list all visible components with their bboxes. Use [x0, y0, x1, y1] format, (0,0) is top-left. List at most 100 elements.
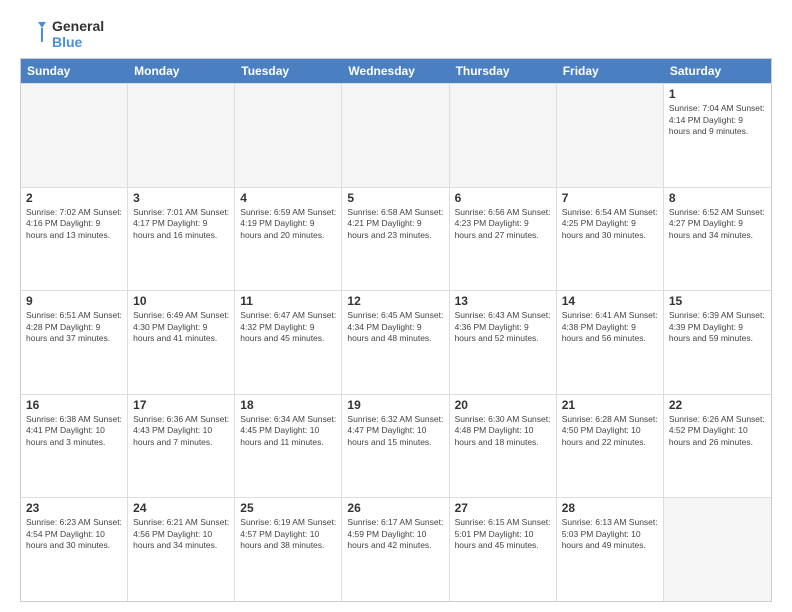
day-number: 20: [455, 398, 551, 412]
day-number: 23: [26, 501, 122, 515]
day-number: 25: [240, 501, 336, 515]
day-info: Sunrise: 7:01 AM Sunset: 4:17 PM Dayligh…: [133, 207, 229, 241]
day-info: Sunrise: 6:23 AM Sunset: 4:54 PM Dayligh…: [26, 517, 122, 551]
calendar-cell: 11 Sunrise: 6:47 AM Sunset: 4:32 PM Dayli…: [235, 291, 342, 394]
day-number: 1: [669, 87, 766, 101]
calendar-cell: 2 Sunrise: 7:02 AM Sunset: 4:16 PM Daylig…: [21, 188, 128, 291]
calendar-cell: 12Sunrise: 6:45 AM Sunset: 4:34 PM Dayli…: [342, 291, 449, 394]
day-number: 10: [133, 294, 229, 308]
day-info: Sunrise: 6:30 AM Sunset: 4:48 PM Dayligh…: [455, 414, 551, 448]
calendar: SundayMondayTuesdayWednesdayThursdayFrid…: [20, 58, 772, 602]
day-info: Sunrise: 6:26 AM Sunset: 4:52 PM Dayligh…: [669, 414, 766, 448]
calendar-cell: [342, 84, 449, 187]
calendar-body: 1 Sunrise: 7:04 AM Sunset: 4:14 PM Daylig…: [21, 83, 771, 601]
calendar-row: 23 Sunrise: 6:23 AM Sunset: 4:54 PM Dayli…: [21, 497, 771, 601]
day-info: Sunrise: 6:13 AM Sunset: 5:03 PM Dayligh…: [562, 517, 658, 551]
day-number: 17: [133, 398, 229, 412]
calendar-cell: 8 Sunrise: 6:52 AM Sunset: 4:27 PM Daylig…: [664, 188, 771, 291]
calendar-cell: [664, 498, 771, 601]
calendar-cell: 21 Sunrise: 6:28 AM Sunset: 4:50 PM Dayli…: [557, 395, 664, 498]
day-number: 7: [562, 191, 658, 205]
logo-line1: General: [52, 18, 104, 34]
day-info: Sunrise: 6:36 AM Sunset: 4:43 PM Dayligh…: [133, 414, 229, 448]
day-number: 15: [669, 294, 766, 308]
day-number: 2: [26, 191, 122, 205]
calendar-row: 2 Sunrise: 7:02 AM Sunset: 4:16 PM Daylig…: [21, 187, 771, 291]
logo-svg: [20, 20, 48, 48]
day-number: 27: [455, 501, 551, 515]
calendar-cell: 20 Sunrise: 6:30 AM Sunset: 4:48 PM Dayli…: [450, 395, 557, 498]
calendar-header-cell: Friday: [557, 59, 664, 83]
calendar-cell: [128, 84, 235, 187]
calendar-cell: 22 Sunrise: 6:26 AM Sunset: 4:52 PM Dayli…: [664, 395, 771, 498]
calendar-cell: [235, 84, 342, 187]
day-info: Sunrise: 6:19 AM Sunset: 4:57 PM Dayligh…: [240, 517, 336, 551]
day-info: Sunrise: 6:43 AM Sunset: 4:36 PM Dayligh…: [455, 310, 551, 344]
day-info: Sunrise: 6:28 AM Sunset: 4:50 PM Dayligh…: [562, 414, 658, 448]
calendar-cell: 18 Sunrise: 6:34 AM Sunset: 4:45 PM Dayli…: [235, 395, 342, 498]
day-number: 19: [347, 398, 443, 412]
calendar-cell: [21, 84, 128, 187]
day-info: Sunrise: 6:52 AM Sunset: 4:27 PM Dayligh…: [669, 207, 766, 241]
day-info: Sunrise: 6:49 AM Sunset: 4:30 PM Dayligh…: [133, 310, 229, 344]
day-number: 18: [240, 398, 336, 412]
day-number: 22: [669, 398, 766, 412]
day-info: Sunrise: 6:56 AM Sunset: 4:23 PM Dayligh…: [455, 207, 551, 241]
day-info: Sunrise: 7:04 AM Sunset: 4:14 PM Dayligh…: [669, 103, 766, 137]
calendar-header-cell: Sunday: [21, 59, 128, 83]
calendar-header: SundayMondayTuesdayWednesdayThursdayFrid…: [21, 59, 771, 83]
day-number: 13: [455, 294, 551, 308]
logo: General Blue: [20, 18, 104, 50]
day-number: 14: [562, 294, 658, 308]
day-number: 4: [240, 191, 336, 205]
calendar-cell: 14 Sunrise: 6:41 AM Sunset: 4:38 PM Dayli…: [557, 291, 664, 394]
calendar-cell: 23 Sunrise: 6:23 AM Sunset: 4:54 PM Dayli…: [21, 498, 128, 601]
day-info: Sunrise: 6:15 AM Sunset: 5:01 PM Dayligh…: [455, 517, 551, 551]
calendar-cell: [557, 84, 664, 187]
day-number: 21: [562, 398, 658, 412]
day-number: 28: [562, 501, 658, 515]
day-info: Sunrise: 6:41 AM Sunset: 4:38 PM Dayligh…: [562, 310, 658, 344]
day-info: Sunrise: 6:47 AM Sunset: 4:32 PM Dayligh…: [240, 310, 336, 344]
day-number: 3: [133, 191, 229, 205]
calendar-cell: 19 Sunrise: 6:32 AM Sunset: 4:47 PM Dayli…: [342, 395, 449, 498]
calendar-header-cell: Wednesday: [342, 59, 449, 83]
calendar-cell: 9Sunrise: 6:51 AM Sunset: 4:28 PM Daylig…: [21, 291, 128, 394]
day-info: Sunrise: 6:45 AM Sunset: 4:34 PM Dayligh…: [347, 310, 443, 344]
day-info: Sunrise: 6:32 AM Sunset: 4:47 PM Dayligh…: [347, 414, 443, 448]
day-info: Sunrise: 6:58 AM Sunset: 4:21 PM Dayligh…: [347, 207, 443, 241]
day-number: 11: [240, 294, 336, 308]
calendar-cell: 6 Sunrise: 6:56 AM Sunset: 4:23 PM Daylig…: [450, 188, 557, 291]
calendar-header-cell: Monday: [128, 59, 235, 83]
day-info: Sunrise: 7:02 AM Sunset: 4:16 PM Dayligh…: [26, 207, 122, 241]
calendar-cell: 28 Sunrise: 6:13 AM Sunset: 5:03 PM Dayli…: [557, 498, 664, 601]
day-info: Sunrise: 6:34 AM Sunset: 4:45 PM Dayligh…: [240, 414, 336, 448]
day-info: Sunrise: 6:39 AM Sunset: 4:39 PM Dayligh…: [669, 310, 766, 344]
calendar-cell: 26 Sunrise: 6:17 AM Sunset: 4:59 PM Dayli…: [342, 498, 449, 601]
day-info: Sunrise: 6:38 AM Sunset: 4:41 PM Dayligh…: [26, 414, 122, 448]
calendar-header-cell: Saturday: [664, 59, 771, 83]
day-info: Sunrise: 6:21 AM Sunset: 4:56 PM Dayligh…: [133, 517, 229, 551]
calendar-cell: 17 Sunrise: 6:36 AM Sunset: 4:43 PM Dayli…: [128, 395, 235, 498]
calendar-header-cell: Thursday: [450, 59, 557, 83]
calendar-cell: 27 Sunrise: 6:15 AM Sunset: 5:01 PM Dayli…: [450, 498, 557, 601]
calendar-row: 16Sunrise: 6:38 AM Sunset: 4:41 PM Dayli…: [21, 394, 771, 498]
day-number: 26: [347, 501, 443, 515]
calendar-cell: 1 Sunrise: 7:04 AM Sunset: 4:14 PM Daylig…: [664, 84, 771, 187]
calendar-cell: 7 Sunrise: 6:54 AM Sunset: 4:25 PM Daylig…: [557, 188, 664, 291]
calendar-header-cell: Tuesday: [235, 59, 342, 83]
day-number: 8: [669, 191, 766, 205]
calendar-cell: 4 Sunrise: 6:59 AM Sunset: 4:19 PM Daylig…: [235, 188, 342, 291]
day-info: Sunrise: 6:17 AM Sunset: 4:59 PM Dayligh…: [347, 517, 443, 551]
calendar-cell: 13 Sunrise: 6:43 AM Sunset: 4:36 PM Dayli…: [450, 291, 557, 394]
logo-line2: Blue: [52, 34, 104, 50]
calendar-cell: 16Sunrise: 6:38 AM Sunset: 4:41 PM Dayli…: [21, 395, 128, 498]
calendar-cell: 3 Sunrise: 7:01 AM Sunset: 4:17 PM Daylig…: [128, 188, 235, 291]
day-number: 9: [26, 294, 122, 308]
calendar-cell: 15 Sunrise: 6:39 AM Sunset: 4:39 PM Dayli…: [664, 291, 771, 394]
day-info: Sunrise: 6:59 AM Sunset: 4:19 PM Dayligh…: [240, 207, 336, 241]
day-number: 5: [347, 191, 443, 205]
day-info: Sunrise: 6:54 AM Sunset: 4:25 PM Dayligh…: [562, 207, 658, 241]
calendar-cell: 24Sunrise: 6:21 AM Sunset: 4:56 PM Dayli…: [128, 498, 235, 601]
day-number: 6: [455, 191, 551, 205]
